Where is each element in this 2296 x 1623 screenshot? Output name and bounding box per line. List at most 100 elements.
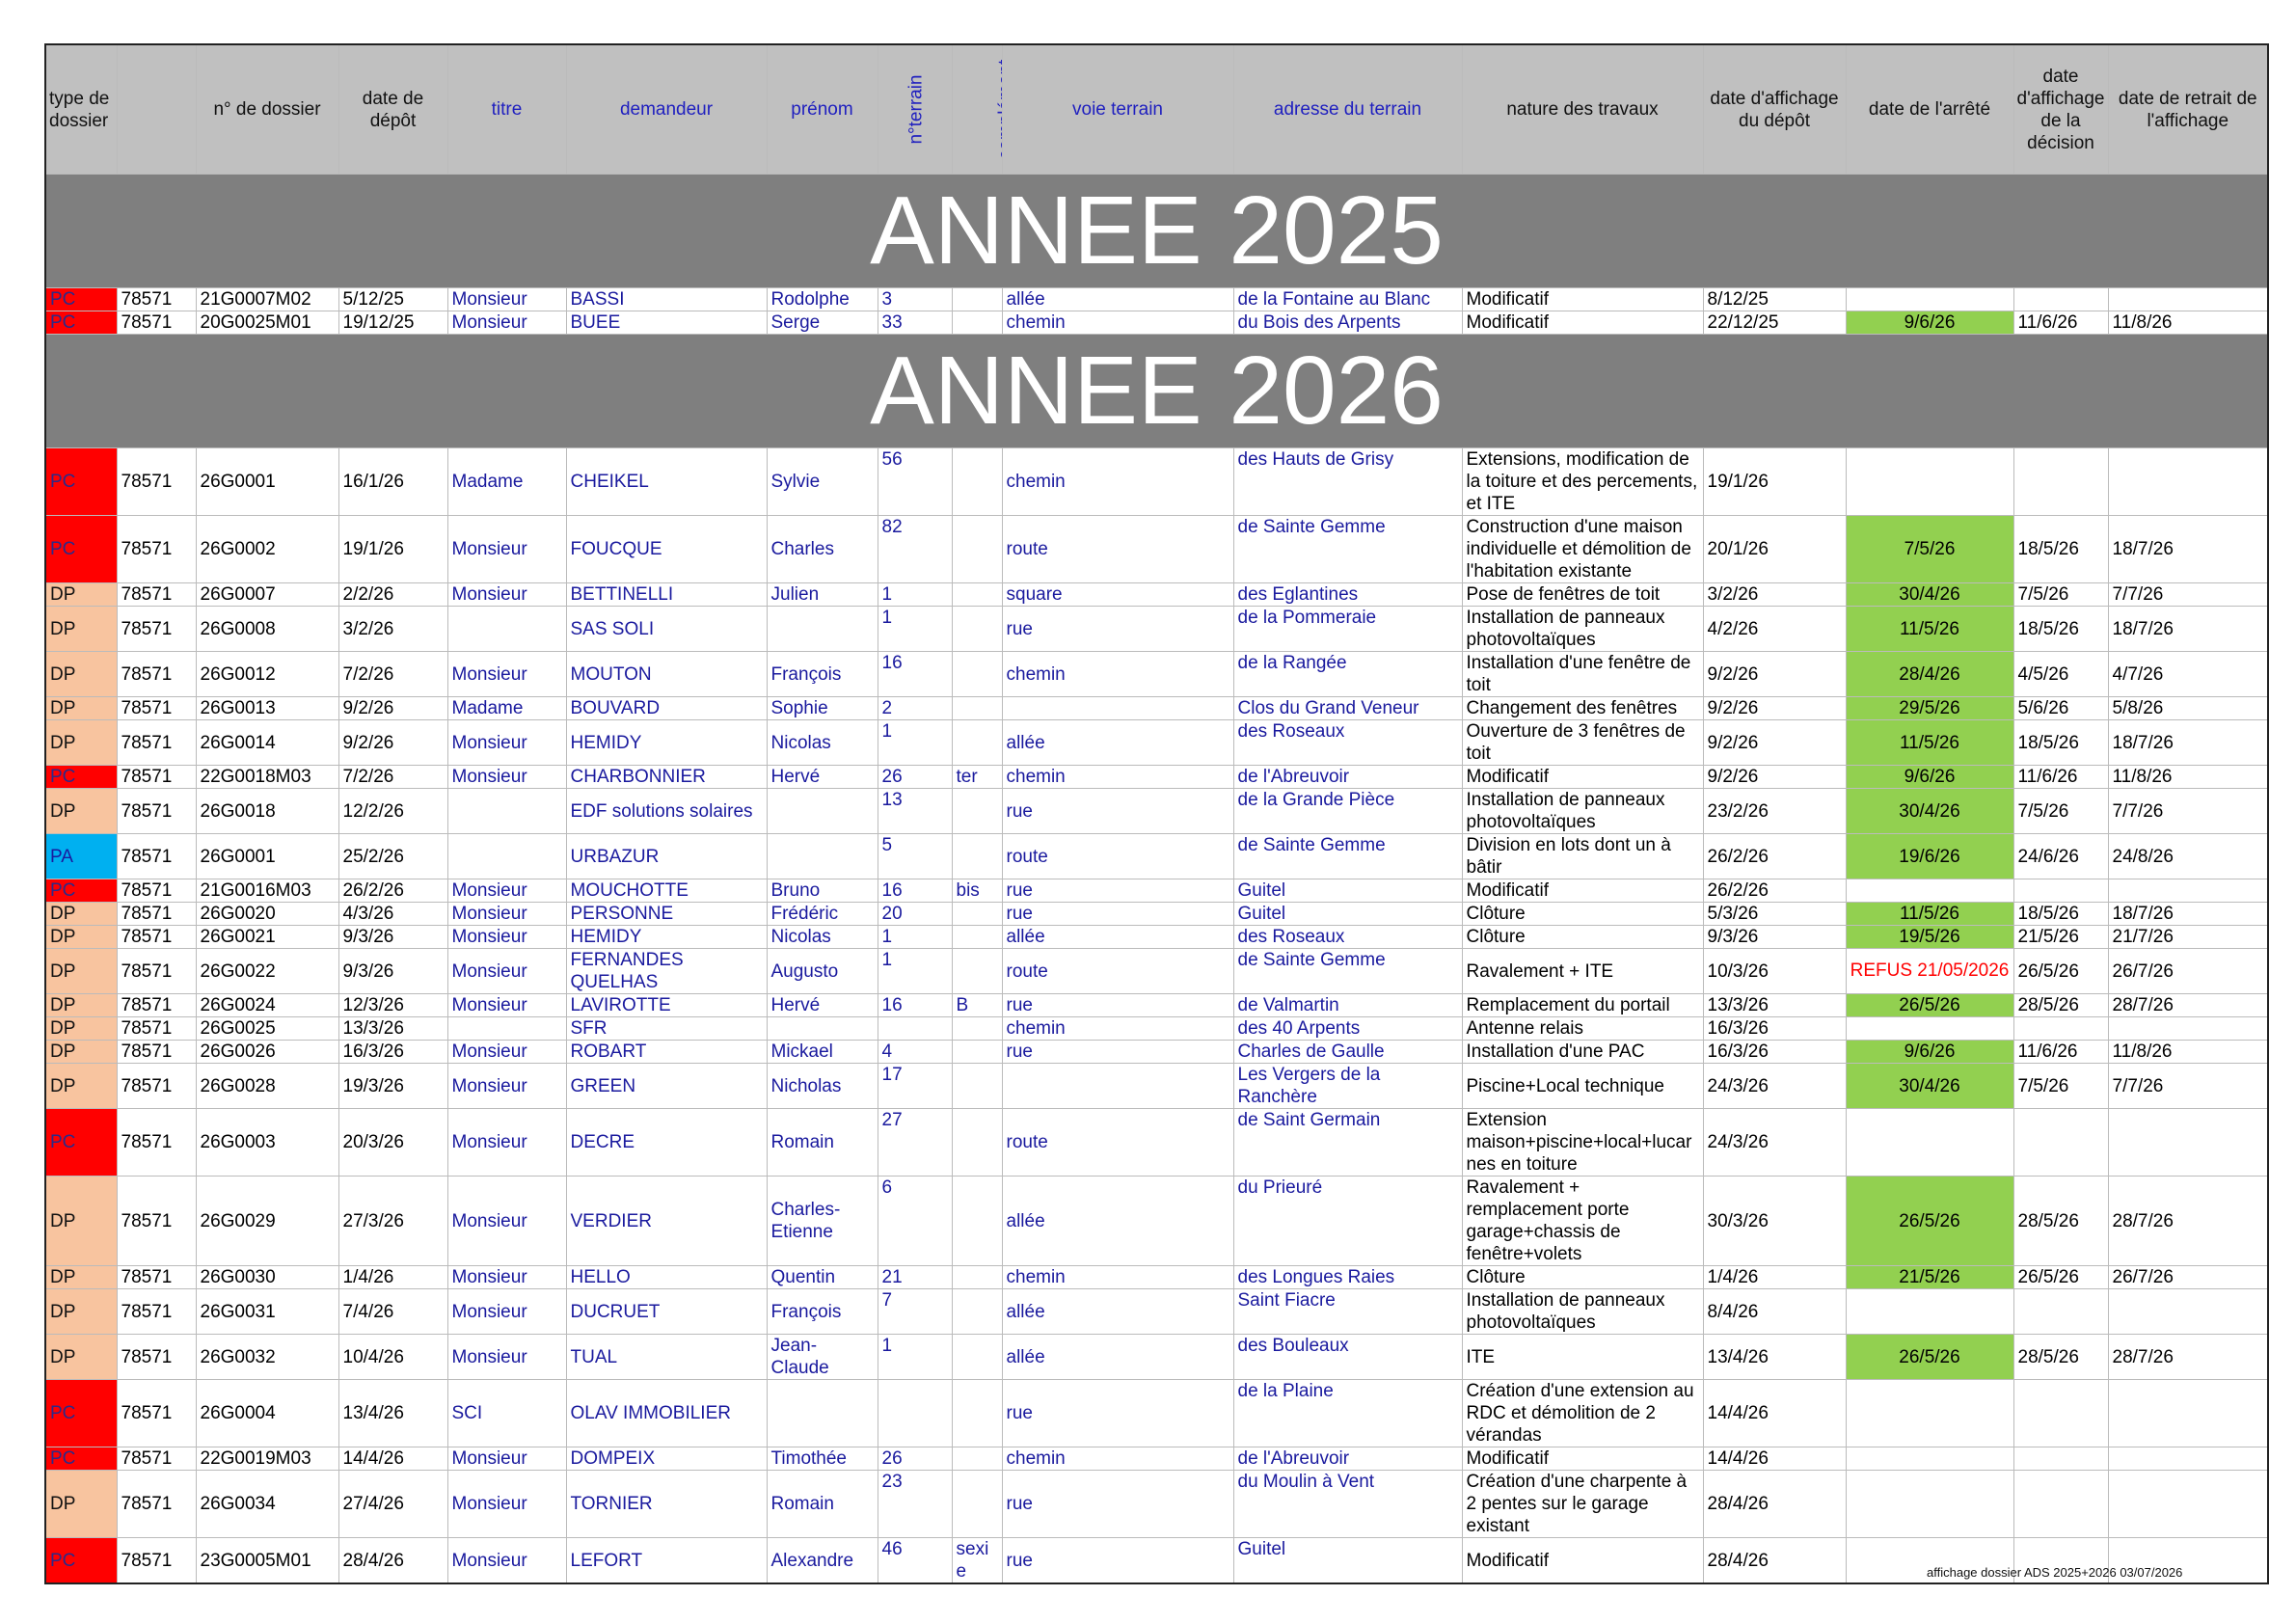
cell-n-terrain: 21 <box>877 1265 953 1289</box>
cell-titre: Monsieur <box>446 719 567 766</box>
cell-type: PC <box>44 1537 118 1584</box>
cell-type: PC <box>44 765 118 789</box>
cell-date-affichage-decision: 28/5/26 <box>2012 993 2109 1017</box>
cell-code: 78571 <box>116 696 197 720</box>
cell-demandeur: LEFORT <box>565 1537 768 1584</box>
cell-date-affichage-decision: 7/5/26 <box>2012 1063 2109 1109</box>
cell-date-arrete: 11/5/26 <box>1845 606 2014 652</box>
cell-demandeur: HELLO <box>565 1265 768 1289</box>
cell-numero: 21G0007M02 <box>195 287 339 311</box>
cell-titre: Monsieur <box>446 1288 567 1335</box>
header-complement: complément <box>951 43 1003 175</box>
cell-date-affichage-decision: 18/5/26 <box>2012 719 2109 766</box>
cell-type: PC <box>44 1379 118 1447</box>
cell-voie: rue <box>1001 1537 1234 1584</box>
cell-complement <box>951 582 1003 607</box>
cell-date-affichage-decision: 28/5/26 <box>2012 1334 2109 1380</box>
cell-n-terrain: 17 <box>877 1063 953 1109</box>
cell-voie: allée <box>1001 719 1234 766</box>
cell-prenom: Jean-Claude <box>766 1334 878 1380</box>
cell-type: PA <box>44 833 118 879</box>
table-row: PC 78571 21G0016M03 26/2/26 Monsieur MOUCHOTT… <box>44 879 2269 903</box>
cell-n-terrain: 1 <box>877 948 953 994</box>
table-row: DP 78571 26G0031 7/4/26 Monsieur DUCRUET Franç… <box>44 1288 2269 1335</box>
cell-date-retrait: 18/7/26 <box>2107 719 2269 766</box>
cell-adresse: Saint Fiacre <box>1232 1288 1463 1335</box>
cell-demandeur: CHARBONNIER <box>565 765 768 789</box>
cell-voie: rue <box>1001 1470 1234 1538</box>
cell-date-arrete <box>1845 879 2014 903</box>
table-row: DP 78571 26G0014 9/2/26 Monsieur HEMIDY Nicola… <box>44 719 2269 766</box>
cell-code: 78571 <box>116 287 197 311</box>
cell-titre: Monsieur <box>446 1447 567 1471</box>
cell-type: DP <box>44 1063 118 1109</box>
cell-date-depot: 5/12/25 <box>338 287 448 311</box>
cell-date-affichage: 9/2/26 <box>1702 696 1847 720</box>
cell-n-terrain: 26 <box>877 765 953 789</box>
cell-adresse: Les Vergers de la Ranchère <box>1232 1063 1463 1109</box>
table-row: DP 78571 26G0032 10/4/26 Monsieur TUAL Jean-Cl… <box>44 1334 2269 1380</box>
cell-voie: rue <box>1001 902 1234 926</box>
cell-type: DP <box>44 1288 118 1335</box>
cell-date-depot: 16/3/26 <box>338 1040 448 1064</box>
table-row: DP 78571 26G0028 19/3/26 Monsieur GREEN Nichol… <box>44 1063 2269 1109</box>
cell-complement: ter <box>951 765 1003 789</box>
cell-date-arrete: 11/5/26 <box>1845 719 2014 766</box>
table-row: DP 78571 26G0008 3/2/26 SAS SOLI 1 rue de la Po… <box>44 606 2269 652</box>
cell-complement <box>951 1176 1003 1266</box>
cell-code: 78571 <box>116 515 197 583</box>
cell-date-affichage-decision <box>2012 1470 2109 1538</box>
cell-prenom: Hervé <box>766 993 878 1017</box>
cell-adresse: de Valmartin <box>1232 993 1463 1017</box>
cell-complement <box>951 1288 1003 1335</box>
cell-titre: Monsieur <box>446 582 567 607</box>
cell-voie: allée <box>1001 1176 1234 1266</box>
cell-date-retrait <box>2107 287 2269 311</box>
cell-prenom: Hervé <box>766 765 878 789</box>
cell-voie: chemin <box>1001 1016 1234 1041</box>
cell-date-depot: 14/4/26 <box>338 1447 448 1471</box>
cell-nature: Antenne relais <box>1461 1016 1704 1041</box>
cell-date-depot: 16/1/26 <box>338 447 448 516</box>
footer-note: affichage dossier ADS 2025+2026 03/07/20… <box>1927 1565 2183 1580</box>
cell-date-affichage-decision: 7/5/26 <box>2012 582 2109 607</box>
cell-prenom: Charles <box>766 515 878 583</box>
cell-date-affichage: 4/2/26 <box>1702 606 1847 652</box>
cell-date-arrete: 29/5/26 <box>1845 696 2014 720</box>
header-row: type de dossier n° de dossier date de dé… <box>44 43 2269 175</box>
cell-date-affichage-decision <box>2012 1447 2109 1471</box>
cell-type: DP <box>44 788 118 834</box>
cell-demandeur: TUAL <box>565 1334 768 1380</box>
cell-titre: Monsieur <box>446 1108 567 1177</box>
cell-demandeur: SAS SOLI <box>565 606 768 652</box>
cell-titre <box>446 1016 567 1041</box>
cell-nature: Division en lots dont un à bâtir <box>1461 833 1704 879</box>
table-row: PC 78571 26G0001 16/1/26 Madame CHEIKEL Sylvie… <box>44 447 2269 516</box>
cell-date-affichage: 22/12/25 <box>1702 311 1847 335</box>
cell-numero: 23G0005M01 <box>195 1537 339 1584</box>
cell-prenom: Mickael <box>766 1040 878 1064</box>
cell-complement <box>951 1040 1003 1064</box>
cell-n-terrain: 5 <box>877 833 953 879</box>
cell-titre: Monsieur <box>446 1063 567 1109</box>
cell-nature: Création d'une extension au RDC et démol… <box>1461 1379 1704 1447</box>
cell-titre: Monsieur <box>446 515 567 583</box>
cell-date-depot: 28/4/26 <box>338 1537 448 1584</box>
header-demandeur: demandeur <box>565 43 768 175</box>
cell-code: 78571 <box>116 447 197 516</box>
cell-adresse: Clos du Grand Veneur <box>1232 696 1463 720</box>
cell-voie: route <box>1001 515 1234 583</box>
cell-date-affichage: 24/3/26 <box>1702 1108 1847 1177</box>
cell-voie: route <box>1001 1108 1234 1177</box>
cell-demandeur: EDF solutions solaires <box>565 788 768 834</box>
cell-date-retrait <box>2107 879 2269 903</box>
cell-prenom <box>766 833 878 879</box>
table-row: PC 78571 26G0004 13/4/26 SCI OLAV IMMOBILIER r… <box>44 1379 2269 1447</box>
cell-adresse: de l'Abreuvoir <box>1232 765 1463 789</box>
cell-date-depot: 7/2/26 <box>338 765 448 789</box>
cell-nature: Installation de panneaux photovoltaïques <box>1461 1288 1704 1335</box>
cell-code: 78571 <box>116 582 197 607</box>
cell-type: PC <box>44 311 118 335</box>
cell-date-retrait <box>2107 1447 2269 1471</box>
cell-complement <box>951 925 1003 949</box>
